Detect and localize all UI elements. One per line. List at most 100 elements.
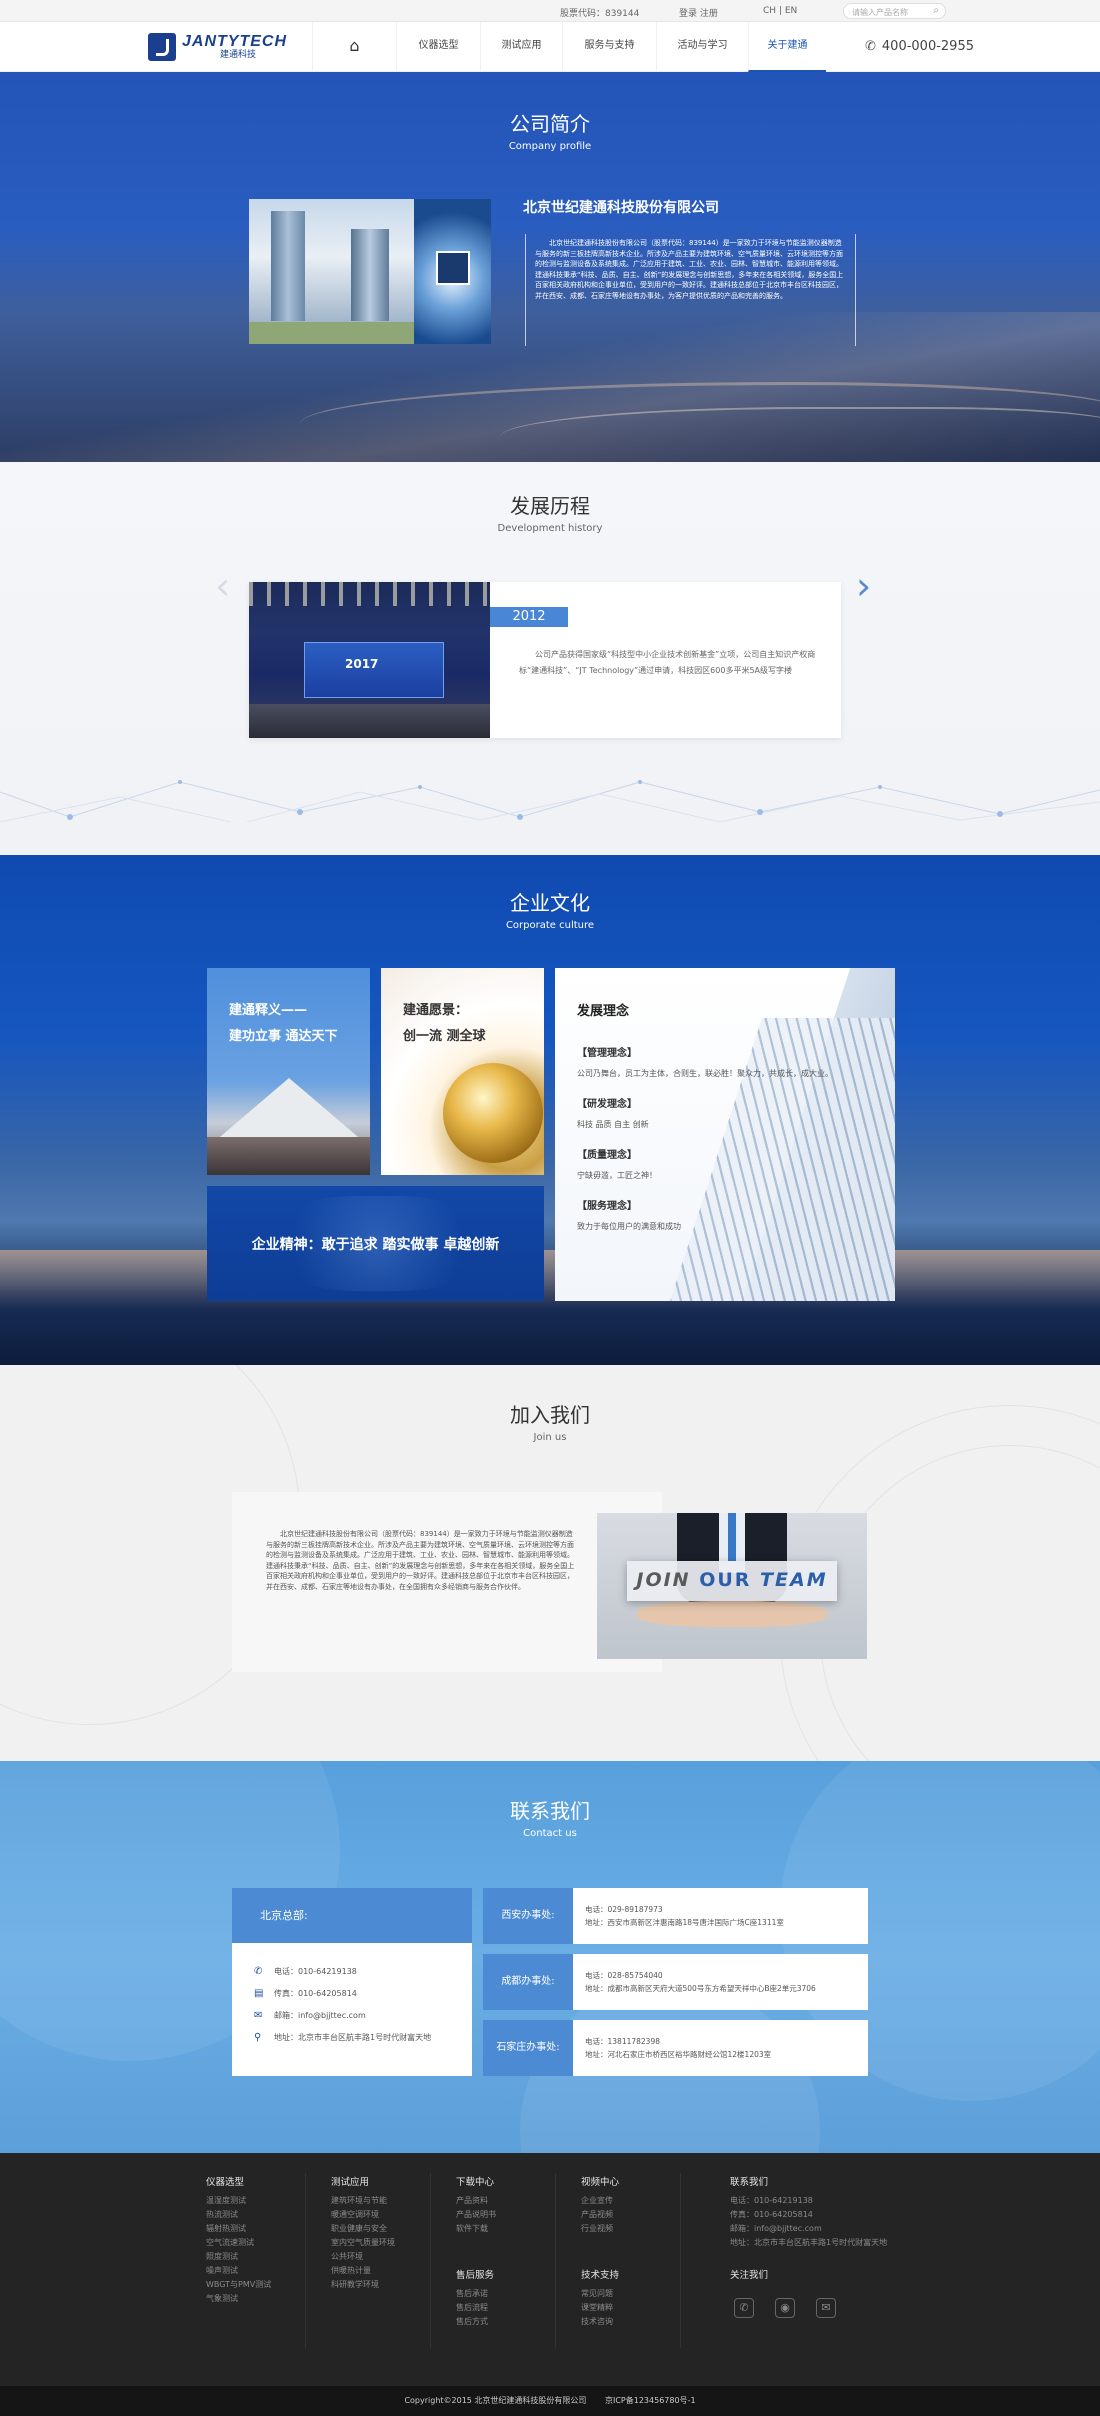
hq-card: 北京总部: ✆ 电话：010-64219138 ▤ 传真：010-64205814 …	[232, 1888, 472, 2076]
office-card: 西安办事处: 电话：029-89187973 地址：西安市高新区沣惠南路18号唐沣…	[483, 1888, 868, 1944]
vision-line-2: 创一流 测全球	[403, 1029, 486, 1044]
nav-item-applications[interactable]: 测试应用	[480, 22, 562, 72]
footer-col-title[interactable]: 技术支持	[581, 2267, 619, 2281]
footer-link[interactable]: 辐射热测试	[206, 2222, 271, 2236]
stock-code: 股票代码：839144	[560, 9, 640, 19]
hq-email-text[interactable]: 邮箱：info@bjjttec.com	[274, 2009, 366, 2023]
search-input[interactable]: 请输入产品名称 ⌕	[843, 3, 946, 19]
meaning-card: 建通释义—— 建功立事 通达天下	[207, 968, 370, 1175]
philosophy-item-desc: 宁缺毋滥，工匠之神！	[577, 1171, 657, 1180]
join-team-photo: JOIN OUR TEAM	[597, 1513, 867, 1659]
footer-link[interactable]: 课堂精粹	[581, 2301, 619, 2315]
footer-col-title[interactable]: 视频中心	[581, 2174, 619, 2188]
office-label: 石家庄办事处:	[483, 2020, 573, 2076]
footer-col-applications: 测试应用 建筑环境与节能 暖通空调环境 职业健康与安全 室内空气质量环境 公共环…	[331, 2174, 395, 2292]
company-intro: 北京世纪建通科技股份有限公司（股票代码：839144）是一家致力于环境与节能监测…	[535, 239, 844, 300]
footer-link[interactable]: 建筑环境与节能	[331, 2194, 395, 2208]
register-link[interactable]: 注册	[700, 9, 718, 19]
footer-link[interactable]: 气象测试	[206, 2292, 271, 2306]
footer-link[interactable]: 产品说明书	[456, 2208, 496, 2222]
development-philosophy-card: 发展理念 【管理理念】 公司乃舞台，员工为主体，合则生，联必胜！聚众力，共成长，…	[555, 968, 895, 1301]
footer-link[interactable]: 产品视频	[581, 2208, 619, 2222]
footer-col-downloads: 下载中心 产品资料 产品说明书 软件下载	[456, 2174, 496, 2236]
footer-col-title: 联系我们	[730, 2177, 769, 2188]
history-year: 2012	[490, 607, 568, 627]
footer-col-contact: 联系我们 电话：010-64219138 传真：010-64205814 邮箱：…	[730, 2174, 887, 2250]
footer-col-title[interactable]: 测试应用	[331, 2174, 395, 2188]
footer-col-after-sales: 售后服务 售后承诺 售后流程 售后方式	[456, 2267, 494, 2329]
vision-line-1: 建通愿景：	[403, 1003, 469, 1018]
lang-cn-link[interactable]: CH	[763, 6, 776, 16]
footer-col-support: 技术支持 常见问题 课堂精粹 技术咨询	[581, 2267, 619, 2329]
culture-heading: 企业文化 Corporate culture	[0, 887, 1100, 931]
footer-link[interactable]: 行业视频	[581, 2222, 619, 2236]
footer-link[interactable]: 软件下载	[456, 2222, 496, 2236]
footer-link[interactable]: 常见问题	[581, 2287, 619, 2301]
footer-link[interactable]: 暖通空调环境	[331, 2208, 395, 2222]
footer-link[interactable]: 售后承诺	[456, 2287, 494, 2301]
office-address: 地址：西安市高新区沣惠南路18号唐沣国际广场C座1311室	[585, 1918, 784, 1927]
footer-link[interactable]: 科研教学环境	[331, 2278, 395, 2292]
footer-link[interactable]: 空气流速测试	[206, 2236, 271, 2250]
history-description: 公司产品获得国家级“科技型中小企业技术创新基金”立项，公司自主知识产权商标“建通…	[519, 650, 816, 675]
office-label: 成都办事处:	[483, 1954, 573, 2010]
footer-link[interactable]: 室内空气质量环境	[331, 2236, 395, 2250]
hq-email: ✉ 邮箱：info@bjjttec.com	[254, 2005, 472, 2027]
wechat-icon[interactable]: ✆	[734, 2298, 754, 2318]
copyright-text: Copyright©2015 北京世纪建通科技股份有限公司	[404, 2396, 587, 2405]
footer-link[interactable]: 噪声测试	[206, 2264, 271, 2278]
login-link[interactable]: 登录	[679, 9, 697, 19]
footer-link[interactable]: 售后流程	[456, 2301, 494, 2315]
nav-item-service[interactable]: 服务与支持	[562, 22, 656, 72]
footer-col-products: 仪器选型 温湿度测试 热流测试 辐射热测试 空气流速测试 照度测试 噪声测试 W…	[206, 2174, 271, 2306]
office-card: 成都办事处: 电话：028-85754040 地址：成都市高新区天府大道500号东…	[483, 1954, 868, 2010]
copyright-bar: Copyright©2015 北京世纪建通科技股份有限公司 京ICP备12345…	[0, 2386, 1100, 2416]
philosophy-item-title: 【管理理念】	[577, 1048, 637, 1059]
footer-link[interactable]: 产品资料	[456, 2194, 496, 2208]
home-icon[interactable]: ⌂	[312, 22, 396, 72]
hq-phone-text: 电话：010-64219138	[274, 1967, 357, 1976]
footer-col-title[interactable]: 下载中心	[456, 2174, 496, 2188]
footer-link[interactable]: 职业健康与安全	[331, 2222, 395, 2236]
footer-contact-line[interactable]: 邮箱：info@bjjttec.com	[730, 2222, 887, 2236]
footer-link[interactable]: 温湿度测试	[206, 2194, 271, 2208]
section-subtitle: Development history	[497, 523, 603, 534]
footer-link[interactable]: 公共环境	[331, 2250, 395, 2264]
footer-link[interactable]: 售后方式	[456, 2315, 494, 2329]
section-title: 企业文化	[510, 891, 590, 915]
logo[interactable]: JANTYTECH 建通科技	[148, 31, 287, 63]
nav-item-events[interactable]: 活动与学习	[656, 22, 748, 72]
history-section: 发展历程 Development history ‹ › 2017 2012 公…	[0, 462, 1100, 855]
lang-separator: |	[778, 6, 782, 16]
nav-item-about[interactable]: 关于建通	[748, 22, 826, 72]
footer-col-title[interactable]: 仪器选型	[206, 2174, 271, 2188]
footer-contact-line: 电话：010-64219138	[730, 2196, 813, 2205]
office-address: 地址：河北石家庄市桥西区裕华路财经公馆12楼1203室	[585, 2050, 772, 2059]
footer-link[interactable]: 技术咨询	[581, 2315, 619, 2329]
next-arrow-icon[interactable]: ›	[856, 567, 871, 605]
icp-text[interactable]: 京ICP备123456780号-1	[605, 2396, 696, 2405]
footer-link[interactable]: 企业宣传	[581, 2194, 619, 2208]
footer-link[interactable]: 热流测试	[206, 2208, 271, 2222]
contact-section: 联系我们 Contact us 北京总部: ✆ 电话：010-64219138 ▤…	[0, 1761, 1100, 2153]
footer-follow: 关注我们	[730, 2267, 768, 2287]
weibo-icon[interactable]: ◉	[775, 2298, 795, 2318]
prev-arrow-icon[interactable]: ‹	[215, 567, 230, 605]
office-card: 石家庄办事处: 电话：13811782398 地址：河北石家庄市桥西区裕华路财经公…	[483, 2020, 868, 2076]
mail-icon[interactable]: ✉	[816, 2298, 836, 2318]
footer-divider	[430, 2173, 431, 2348]
lang-en-link[interactable]: EN	[785, 6, 797, 16]
conference-photo: 2017	[249, 582, 490, 738]
highway-light-trail	[500, 407, 1100, 462]
hq-fax: ▤ 传真：010-64205814	[254, 1983, 472, 2005]
footer-link[interactable]: 供暖热计量	[331, 2264, 395, 2278]
section-title: 公司简介	[510, 112, 590, 136]
hq-address-text: 地址：北京市丰台区航丰路1号时代财富天地	[274, 2033, 432, 2042]
building-photo	[249, 199, 414, 344]
nav-item-products[interactable]: 仪器选型	[396, 22, 480, 72]
footer-link[interactable]: 照度测试	[206, 2250, 271, 2264]
footer-col-title[interactable]: 售后服务	[456, 2267, 494, 2281]
meaning-line-2: 建功立事 通达天下	[229, 1029, 338, 1044]
footer-link[interactable]: WBGT与PMV测试	[206, 2278, 271, 2292]
search-icon[interactable]: ⌕	[933, 5, 939, 16]
